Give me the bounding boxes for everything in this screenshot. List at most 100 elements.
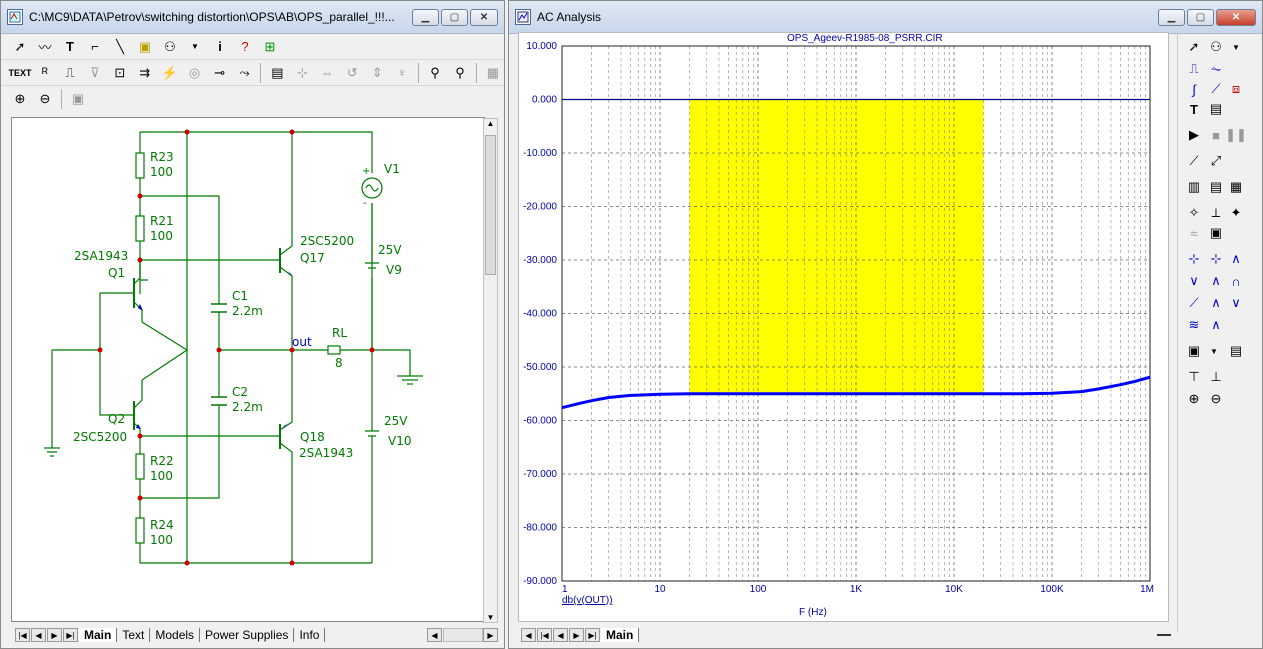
camera-icon[interactable]: ▣ (67, 88, 89, 110)
text-tool-icon[interactable]: T (59, 36, 81, 58)
valley-icon[interactable]: ⊹ (1206, 249, 1226, 269)
text-mode-icon[interactable]: TEXT (9, 62, 32, 84)
run-icon[interactable]: ▶ (1184, 125, 1204, 145)
peak-icon[interactable]: ⊹ (1184, 249, 1204, 269)
ac-next-tab-button[interactable]: ▶ (569, 628, 584, 642)
global-high-icon[interactable]: ∩ (1226, 271, 1246, 291)
scroll-thumb[interactable] (485, 135, 496, 275)
line-icon[interactable]: ⟋ (1184, 151, 1204, 171)
rotate-icon[interactable]: ↺ (341, 62, 363, 84)
flip-icon[interactable]: ⇔ (316, 62, 338, 84)
tab-main[interactable]: Main (79, 628, 118, 642)
pin-line-icon[interactable]: ⊸ (209, 62, 231, 84)
select-arrow-icon[interactable]: ➚ (1184, 37, 1204, 57)
flag-icon[interactable]: ▣ (134, 36, 156, 58)
dropdown-icon[interactable]: ▼ (184, 36, 206, 58)
tag-icon[interactable]: ✧ (1184, 203, 1204, 223)
grid-horizontal-icon[interactable]: ▤ (1206, 177, 1226, 197)
tab-models[interactable]: Models (150, 628, 201, 642)
find-next-icon[interactable]: ⚲ (449, 62, 471, 84)
top-icon[interactable]: ∧ (1206, 293, 1226, 313)
animate-dropdown-icon[interactable]: ▼ (1204, 341, 1224, 361)
cursor-left-icon[interactable]: ⊤ (1184, 367, 1204, 387)
grid-full-icon[interactable]: ▦ (1226, 177, 1246, 197)
zoom-out-icon[interactable]: ⊖ (34, 88, 56, 110)
select-arrow-icon[interactable]: ➚ (9, 36, 31, 58)
pause-icon[interactable]: ❚❚ (1225, 125, 1247, 145)
numeric-output-icon[interactable]: ▤ (1226, 341, 1246, 361)
maximize-button[interactable]: ▢ (441, 8, 468, 26)
grid-vertical-icon[interactable]: ▥ (1184, 177, 1204, 197)
node-numbers-icon[interactable]: ⎍ (59, 62, 81, 84)
help-icon[interactable]: ? (234, 36, 256, 58)
pin-connections-icon[interactable]: ◎ (184, 62, 206, 84)
schematic-vertical-scrollbar[interactable]: ▲ ▼ (483, 118, 498, 623)
zoom-in-icon[interactable]: ⊕ (9, 88, 31, 110)
last-tab-button[interactable]: ▶| (63, 628, 78, 642)
mirror-icon[interactable]: ⇕ (366, 62, 388, 84)
component-icon[interactable]: ⚇ (1206, 37, 1226, 57)
properties-icon[interactable]: ▤ (1206, 99, 1226, 119)
ac-close-button[interactable]: ✕ (1216, 8, 1256, 26)
tag-point-icon[interactable]: ✦ (1226, 203, 1246, 223)
node-voltages-icon[interactable]: ⊽ (84, 62, 106, 84)
plot-mode-icon[interactable]: ⏦ (1206, 59, 1226, 79)
cursor-pin-icon[interactable]: ⤳ (234, 62, 256, 84)
probe-icon[interactable]: ⊞ (259, 36, 281, 58)
notes-icon[interactable]: ▦ (482, 62, 504, 84)
horizontal-scrollbar[interactable] (443, 628, 483, 642)
tag-horizontal-icon[interactable]: ⟂ (1206, 203, 1226, 223)
ac-tab-main[interactable]: Main (601, 628, 640, 642)
fft-icon[interactable]: ⧈ (1226, 79, 1246, 99)
zoom-in-icon[interactable]: ⊕ (1184, 389, 1204, 409)
text-tool-icon[interactable]: T (1184, 99, 1204, 119)
tab-text[interactable]: Text (117, 628, 151, 642)
ac-prev-tab-button[interactable]: ◀ (553, 628, 568, 642)
tab-power-supplies[interactable]: Power Supplies (200, 628, 295, 642)
ac-first-tab-button[interactable]: |◀ (537, 628, 552, 642)
tab-info[interactable]: Info (294, 628, 326, 642)
cursor-right-icon[interactable]: ⊥ (1206, 367, 1226, 387)
line-dot-icon[interactable]: ⤢ (1206, 151, 1226, 171)
ramp-icon[interactable]: ⟋ (1206, 79, 1226, 99)
zoom-out-icon[interactable]: ⊖ (1206, 389, 1226, 409)
current-icon[interactable]: ⊡ (109, 62, 131, 84)
attribute-icon[interactable]: ᴿ (34, 62, 56, 84)
close-button[interactable]: ✕ (470, 8, 498, 26)
find-icon[interactable]: ⚲ (424, 62, 446, 84)
prev-tab-button[interactable]: ◀ (31, 628, 46, 642)
global-low-icon[interactable]: ⟋ (1184, 293, 1204, 313)
ac-minimize-button[interactable]: ▁ (1158, 8, 1185, 26)
ac-last-tab-button[interactable]: ▶| (585, 628, 600, 642)
power-icon[interactable]: ⇉ (134, 62, 156, 84)
tokens-icon[interactable]: ≈ (1184, 223, 1204, 243)
grid-icon[interactable]: ⊹ (291, 62, 313, 84)
component-icon[interactable]: ⚇ (159, 36, 181, 58)
ac-maximize-button[interactable]: ▢ (1187, 8, 1214, 26)
next-simple-icon[interactable]: ≋ (1184, 315, 1204, 335)
inflection-icon[interactable]: ∧ (1206, 271, 1226, 291)
step-icon[interactable]: ♆ (391, 62, 413, 84)
prev-simple-icon[interactable]: ∧ (1206, 315, 1226, 335)
scale-view-icon[interactable]: ▣ (1206, 223, 1226, 243)
high-icon[interactable]: ∧ (1226, 249, 1246, 269)
scale-icon[interactable]: ⎍ (1184, 59, 1204, 79)
bottom-icon[interactable]: ∨ (1226, 293, 1246, 313)
animate-icon[interactable]: ▣ (1184, 341, 1204, 361)
schematic-canvas[interactable]: R23 100 R21 100 2SA1943 Q1 Q2 2SC5200 R2… (11, 117, 485, 622)
trace-label[interactable]: db(v(OUT)) (562, 595, 613, 606)
orthogonal-wire-icon[interactable]: ⌐ (84, 36, 106, 58)
next-tab-button[interactable]: ▶ (47, 628, 62, 642)
hscroll-right-button[interactable]: ▶ (483, 628, 498, 642)
minimize-button[interactable]: ▁ (412, 8, 439, 26)
dropdown-icon[interactable]: ▼ (1226, 37, 1246, 57)
first-tab-button[interactable]: |◀ (15, 628, 30, 642)
diagonal-wire-icon[interactable]: ╲ (109, 36, 131, 58)
wire-icon[interactable]: 〰 (34, 36, 56, 58)
ac-scroll-left-button[interactable]: ◀ (521, 628, 536, 642)
ac-plot-area[interactable]: 10.000 0.000 -10.000 -20.000 -30.000 -40.000 -… (518, 32, 1169, 622)
curve-icon[interactable]: ∫ (1184, 79, 1204, 99)
properties-icon[interactable]: ▤ (266, 62, 288, 84)
conditions-icon[interactable]: ⚡ (159, 62, 181, 84)
low-icon[interactable]: ∨ (1184, 271, 1204, 291)
